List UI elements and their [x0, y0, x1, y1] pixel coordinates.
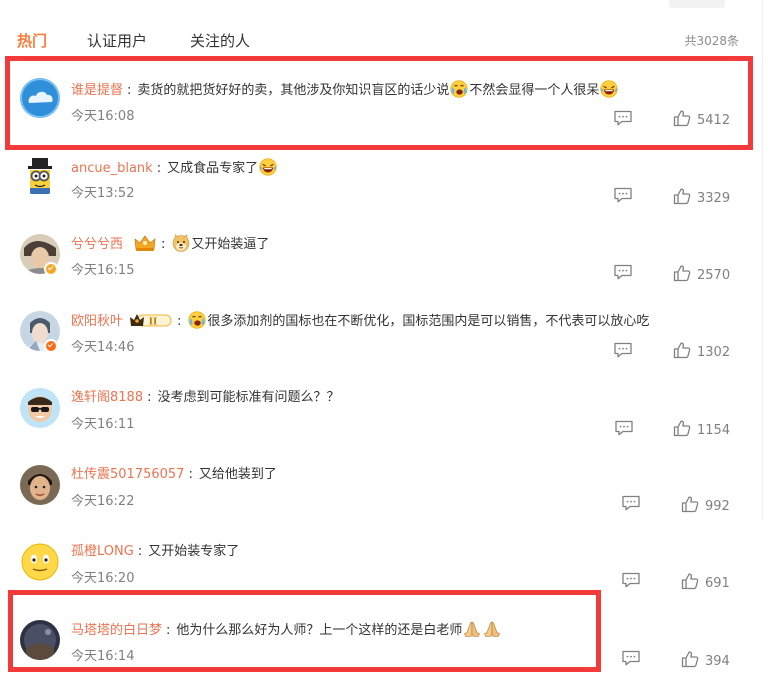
- comment-text: 没考虑到可能标准有问题么？？: [157, 390, 340, 405]
- avatar[interactable]: [20, 388, 60, 428]
- thumbs-up-icon: [681, 495, 699, 513]
- reply-icon[interactable]: [613, 187, 633, 203]
- avatar[interactable]: [20, 542, 60, 582]
- tab-verified-users[interactable]: 认证用户: [87, 30, 147, 52]
- comment-item: 欧阳秋叶 II: 很多添加剂的国标也在不断优化，国标范围内是可以销售，不代表可以放心…: [0, 311, 760, 389]
- highlight-box: [8, 590, 601, 672]
- thumbs-up-icon: [681, 572, 699, 590]
- verified-badge-icon: [44, 339, 58, 353]
- comment-time: 今天16:15: [71, 263, 135, 278]
- comment-total-count: 共3028条: [684, 34, 739, 48]
- like-button[interactable]: 992: [681, 495, 730, 514]
- comment-time: 今天16:22: [71, 494, 135, 509]
- comment-item: 逸轩阁8188: 没考虑到可能标准有问题么？？ 今天16:11 1154: [0, 388, 760, 466]
- comment-time: 今天16:20: [71, 571, 135, 586]
- thumbs-up-icon: [673, 419, 691, 437]
- comment-username[interactable]: ancue_blank: [71, 161, 153, 176]
- like-count: 394: [705, 654, 730, 669]
- like-button[interactable]: 394: [681, 650, 730, 669]
- reply-icon[interactable]: [621, 495, 641, 511]
- avatar[interactable]: [20, 465, 60, 505]
- comment-tabs: 热门 认证用户 关注的人 共3028条: [17, 30, 739, 52]
- reply-icon[interactable]: [613, 342, 633, 358]
- comment-username[interactable]: 杜传震501756057: [71, 467, 184, 482]
- verified-badge-icon: [44, 262, 58, 276]
- like-count: 2570: [697, 268, 731, 283]
- comment-username[interactable]: 兮兮兮西: [71, 237, 123, 252]
- comment-time: 今天16:11: [71, 417, 135, 432]
- comment-time: 今天13:52: [71, 186, 135, 201]
- tab-hot[interactable]: 热门: [17, 30, 47, 52]
- top-button-stub[interactable]: [669, 0, 725, 8]
- scroll-divider: [762, 0, 763, 520]
- comment-text: 又开始装逼了: [191, 237, 270, 252]
- comment-item: ancue_blank: 又成食品专家了 今天13:52 3329: [0, 156, 760, 234]
- reply-icon[interactable]: [621, 572, 641, 588]
- like-button[interactable]: 3329: [673, 187, 731, 206]
- comment-text: 又开始装专家了: [148, 544, 240, 559]
- tab-following[interactable]: 关注的人: [190, 30, 250, 52]
- like-count: 1154: [697, 423, 731, 438]
- like-count: 3329: [697, 191, 731, 206]
- like-button[interactable]: 2570: [673, 264, 731, 283]
- crown-badge-icon[interactable]: [133, 234, 157, 252]
- comment-time: 今天14:46: [71, 340, 135, 355]
- laugh-emoji: [259, 158, 277, 176]
- like-count: 992: [705, 499, 730, 514]
- thumbs-up-icon: [673, 264, 691, 282]
- reply-icon[interactable]: [614, 420, 634, 436]
- reply-icon[interactable]: [613, 264, 633, 280]
- comment-item: 兮兮兮西: 又开始装逼了 今天16:15 2570: [0, 234, 760, 312]
- comment-text: 很多添加剂的国标也在不断优化，国标范围内是可以销售，不代表可以放心吃: [207, 314, 650, 329]
- comment-username[interactable]: 逸轩阁8188: [71, 390, 143, 405]
- like-count: 1302: [697, 345, 731, 360]
- avatar[interactable]: [20, 156, 60, 196]
- thumbs-up-icon: [681, 650, 699, 668]
- comment-item: 杜传震501756057: 又给他装到了 今天16:22 992: [0, 465, 760, 543]
- comment-text: 又给他装到了: [198, 467, 277, 482]
- comment-username[interactable]: 欧阳秋叶: [71, 314, 123, 329]
- thumbs-up-icon: [673, 341, 691, 359]
- vip-level-badge-icon[interactable]: II: [129, 312, 173, 328]
- comment-username[interactable]: 孤橙LONG: [71, 544, 134, 559]
- like-button[interactable]: 1154: [673, 419, 731, 438]
- doge-emoji: [172, 234, 190, 252]
- like-count: 691: [705, 576, 730, 591]
- like-button[interactable]: 1302: [673, 341, 731, 360]
- svg-text:II: II: [149, 318, 157, 328]
- reply-icon[interactable]: [621, 650, 641, 666]
- like-button[interactable]: 691: [681, 572, 730, 591]
- tear-laugh-emoji: [188, 311, 206, 329]
- comment-text: 又成食品专家了: [167, 161, 259, 176]
- highlight-box: [5, 56, 753, 150]
- thumbs-up-icon: [673, 187, 691, 205]
